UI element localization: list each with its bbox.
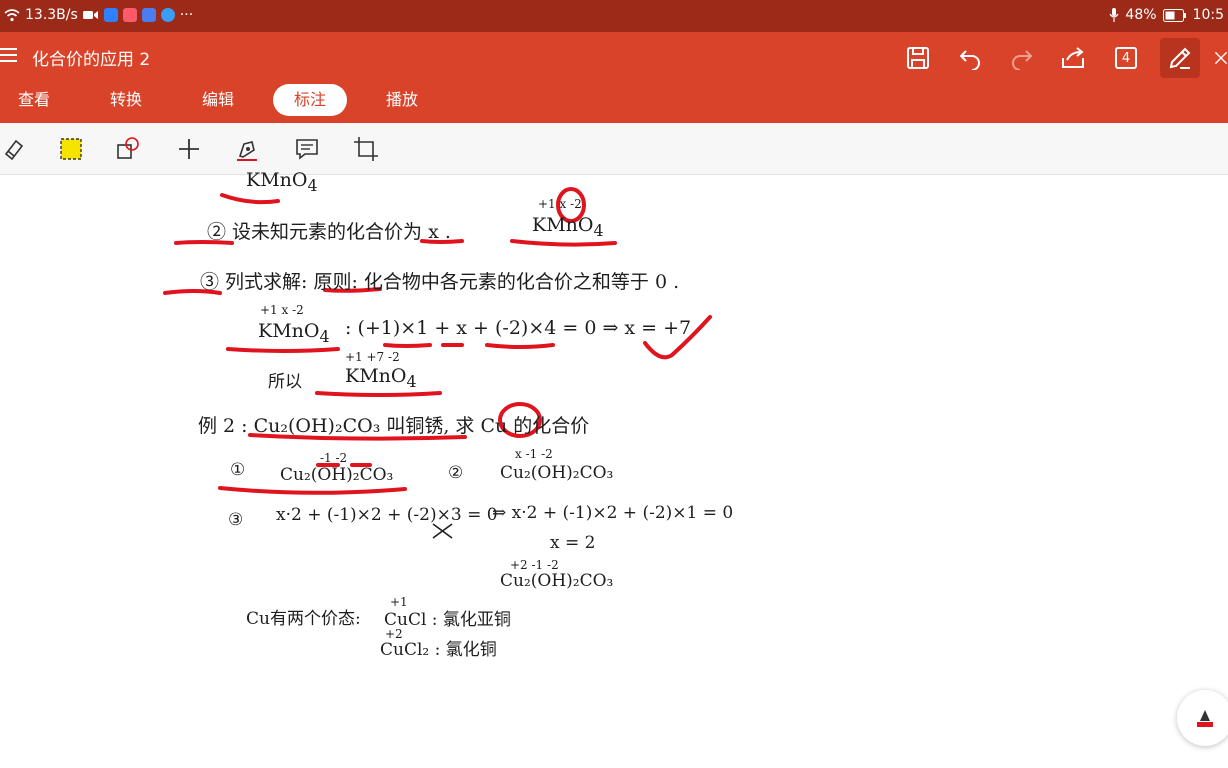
so-label: 所以 (268, 372, 302, 392)
network-speed: 13.3B/s (25, 7, 78, 23)
step-2-text: ② 设未知元素的化合价为 x . (207, 221, 451, 243)
ink-color-icon (1197, 710, 1213, 727)
example-2-step-2: ② (448, 463, 464, 483)
close-button[interactable] (1214, 40, 1228, 76)
document-title: 化合价的应用 2 (32, 50, 151, 70)
step-3-text: ③ 列式求解: 原则: 化合物中各元素的化合价之和等于 0 . (200, 271, 680, 293)
status-bar: 13.3B/s ··· 48% 10:5 (0, 0, 1228, 32)
save-button[interactable] (900, 40, 936, 76)
tab-play[interactable]: 播放 (386, 84, 418, 116)
comment-tool[interactable] (293, 135, 321, 163)
crop-icon (354, 137, 378, 161)
shape-tool[interactable] (114, 135, 142, 163)
equation-2-wrong: x·2 + (-1)×2 + (-2)×3 = 0 (276, 505, 498, 525)
share-icon (1062, 47, 1084, 68)
video-icon (82, 11, 98, 19)
undo-button[interactable] (952, 40, 988, 76)
eraser-tool[interactable] (0, 135, 28, 163)
final-valence: +2 -1 -2 (510, 558, 559, 572)
mail-app-icon (122, 8, 137, 22)
highlighter-icon (60, 138, 82, 160)
ink-color-button[interactable] (1177, 690, 1228, 746)
example-2-step-1-valence: -1 -2 (320, 451, 348, 465)
step-2-formula: KMnO4 (532, 214, 604, 240)
page-count: 4 (1121, 50, 1131, 66)
tab-convert[interactable]: 转换 (110, 84, 142, 116)
undo-icon (959, 50, 980, 70)
app-bar: 化合价的应用 2 4 查看 转换 编辑 标注 播放 (0, 32, 1228, 123)
equation-2-result: x = 2 (550, 533, 596, 553)
clock: 10:5 (1192, 7, 1224, 23)
note-canvas[interactable]: KMnO4 ② 设未知元素的化合价为 x . +1 x -2 KMnO4 ③ 列… (0, 169, 1228, 768)
battery-percent: 48% (1125, 7, 1157, 23)
pen-mode-button[interactable] (1160, 38, 1200, 78)
save-icon (907, 47, 929, 69)
equation-1: : (+1)×1 + x + (-2)×4 = 0 ⇒ x = +7 (345, 317, 692, 339)
compass-app-icon (160, 8, 175, 22)
example-2-step-1: ① (230, 460, 246, 480)
add-tool[interactable] (175, 135, 203, 163)
redo-icon (1012, 50, 1033, 70)
so-formula-subscript: 4 (406, 371, 417, 391)
comment-icon (296, 139, 318, 160)
so-formula-text: KMnO (345, 365, 407, 387)
tab-view[interactable]: 查看 (18, 84, 50, 116)
kmno4-text: KMnO (246, 169, 308, 191)
crop-tool[interactable] (352, 135, 380, 163)
shape-icon (117, 137, 139, 159)
so-formula: KMnO4 (345, 365, 417, 391)
mic-icon (1109, 8, 1119, 22)
redo-button[interactable] (1004, 40, 1040, 76)
tab-edit[interactable]: 编辑 (202, 84, 234, 116)
step-2-formula-text: KMnO (532, 214, 594, 236)
pen-icon (1169, 47, 1191, 69)
equation-1-formula-subscript: 4 (319, 326, 330, 346)
pen-style-icon (237, 141, 257, 161)
close-icon (1214, 51, 1228, 65)
highlighter-tool[interactable] (57, 135, 85, 163)
so-valence: +1 +7 -2 (345, 350, 400, 364)
step-2-formula-subscript: 4 (593, 220, 604, 240)
search-app-icon (103, 8, 118, 22)
equation-1-valence: +1 x -2 (260, 303, 304, 317)
example-2-title: 例 2 : Cu₂(OH)₂CO₃ 叫铜锈, 求 Cu 的化合价 (198, 415, 590, 437)
menu-icon[interactable] (0, 46, 18, 64)
example-2-step-3: ③ (228, 510, 244, 530)
cucl-line: CuCl : 氯化亚铜 (384, 610, 511, 630)
more-indicator: ··· (179, 7, 194, 23)
pen-style-tool[interactable] (234, 135, 262, 163)
step-2-valence: +1 x -2 (538, 197, 582, 211)
tab-annotate[interactable]: 标注 (273, 84, 347, 116)
equation-1-formula-text: KMnO (258, 320, 320, 342)
kmno4-subscript: 4 (307, 175, 318, 195)
wifi-icon (4, 9, 20, 22)
formula-kmno4-top: KMnO4 (246, 169, 318, 195)
ribbon-tabs: 查看 转换 编辑 标注 播放 (0, 84, 600, 118)
cucl2-line: CuCl₂ : 氯化铜 (380, 640, 497, 660)
add-icon (179, 139, 199, 159)
cu-states-label: Cu有两个价态: (246, 609, 361, 629)
red-ink-annotations (163, 187, 712, 539)
equation-2-correct: ⇒ x·2 + (-1)×2 + (-2)×1 = 0 (492, 503, 734, 523)
browser-app-icon (141, 8, 156, 22)
pages-button[interactable]: 4 (1108, 40, 1144, 76)
example-2-step-2-formula: Cu₂(OH)₂CO₃ (500, 463, 614, 483)
battery-icon (1162, 8, 1186, 22)
share-button[interactable] (1056, 40, 1092, 76)
example-2-step-1-formula: Cu₂(OH)₂CO₃ (280, 465, 394, 485)
final-formula: Cu₂(OH)₂CO₃ (500, 571, 614, 591)
equation-1-formula: KMnO4 (258, 320, 330, 346)
eraser-icon (4, 139, 24, 161)
annotation-toolbar (0, 123, 1228, 175)
example-2-step-2-valence: x -1 -2 (515, 447, 553, 461)
